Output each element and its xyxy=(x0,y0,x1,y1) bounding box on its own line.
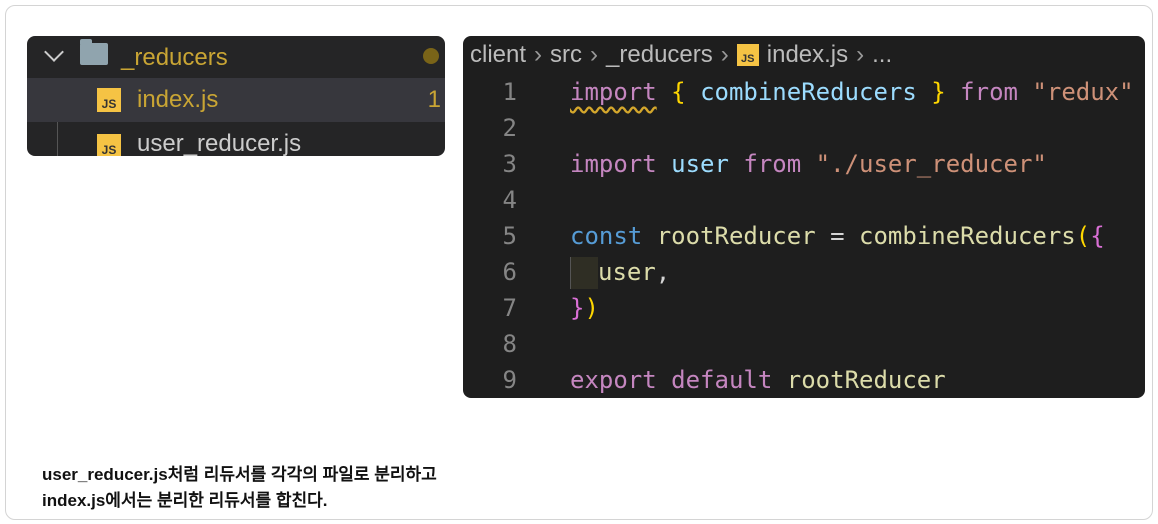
breadcrumb-item[interactable]: client xyxy=(470,41,526,69)
code-editor[interactable]: client › src › _reducers › JS index.js › ...… xyxy=(463,36,1145,398)
file-user-reducer-js[interactable]: JS user_reducer.js xyxy=(27,122,445,156)
chevron-right-icon: › xyxy=(856,41,865,68)
breadcrumb: client › src › _reducers › JS index.js › ... xyxy=(470,39,892,71)
file-label: index.js xyxy=(137,86,219,113)
breadcrumb-item[interactable]: _reducers xyxy=(606,41,713,69)
folder-reducers[interactable]: _reducers xyxy=(27,36,445,80)
chevron-right-icon: › xyxy=(590,41,599,68)
folder-icon xyxy=(80,39,108,65)
line-number: 7 xyxy=(502,294,517,322)
breadcrumb-item[interactable]: src xyxy=(550,41,582,69)
chevron-right-icon: › xyxy=(534,41,543,68)
line-number: 4 xyxy=(502,186,517,214)
js-file-icon: JS xyxy=(97,134,121,156)
chevron-right-icon: › xyxy=(720,41,729,68)
folder-label: _reducers xyxy=(121,44,228,71)
line-number: 1 xyxy=(502,78,517,106)
caption: user_reducer.js처럼 리듀서를 각각의 파일로 분리하고 inde… xyxy=(42,462,437,514)
js-file-icon: JS xyxy=(97,88,121,112)
modified-dot-icon xyxy=(423,48,439,64)
problem-count-badge: 1 xyxy=(427,86,441,113)
caption-line: index.js에서는 분리한 리듀서를 합친다. xyxy=(42,491,328,510)
caption-line: user_reducer.js처럼 리듀서를 각각의 파일로 분리하고 xyxy=(42,465,437,484)
line-number: 5 xyxy=(502,222,517,250)
js-file-icon: JS xyxy=(736,44,759,66)
line-number: 2 xyxy=(502,114,517,142)
indent-guide xyxy=(570,257,598,289)
chevron-down-icon xyxy=(44,42,64,62)
file-explorer: _reducers JS index.js 1 JS user_reducer.… xyxy=(27,36,445,156)
breadcrumb-item[interactable]: index.js xyxy=(767,41,848,69)
line-number: 3 xyxy=(502,150,517,178)
line-number: 8 xyxy=(502,330,517,358)
line-number: 6 xyxy=(502,258,517,286)
line-number: 9 xyxy=(502,366,517,394)
file-index-js[interactable]: JS index.js 1 xyxy=(27,78,445,122)
file-label: user_reducer.js xyxy=(137,130,302,156)
breadcrumb-item[interactable]: ... xyxy=(872,41,892,69)
